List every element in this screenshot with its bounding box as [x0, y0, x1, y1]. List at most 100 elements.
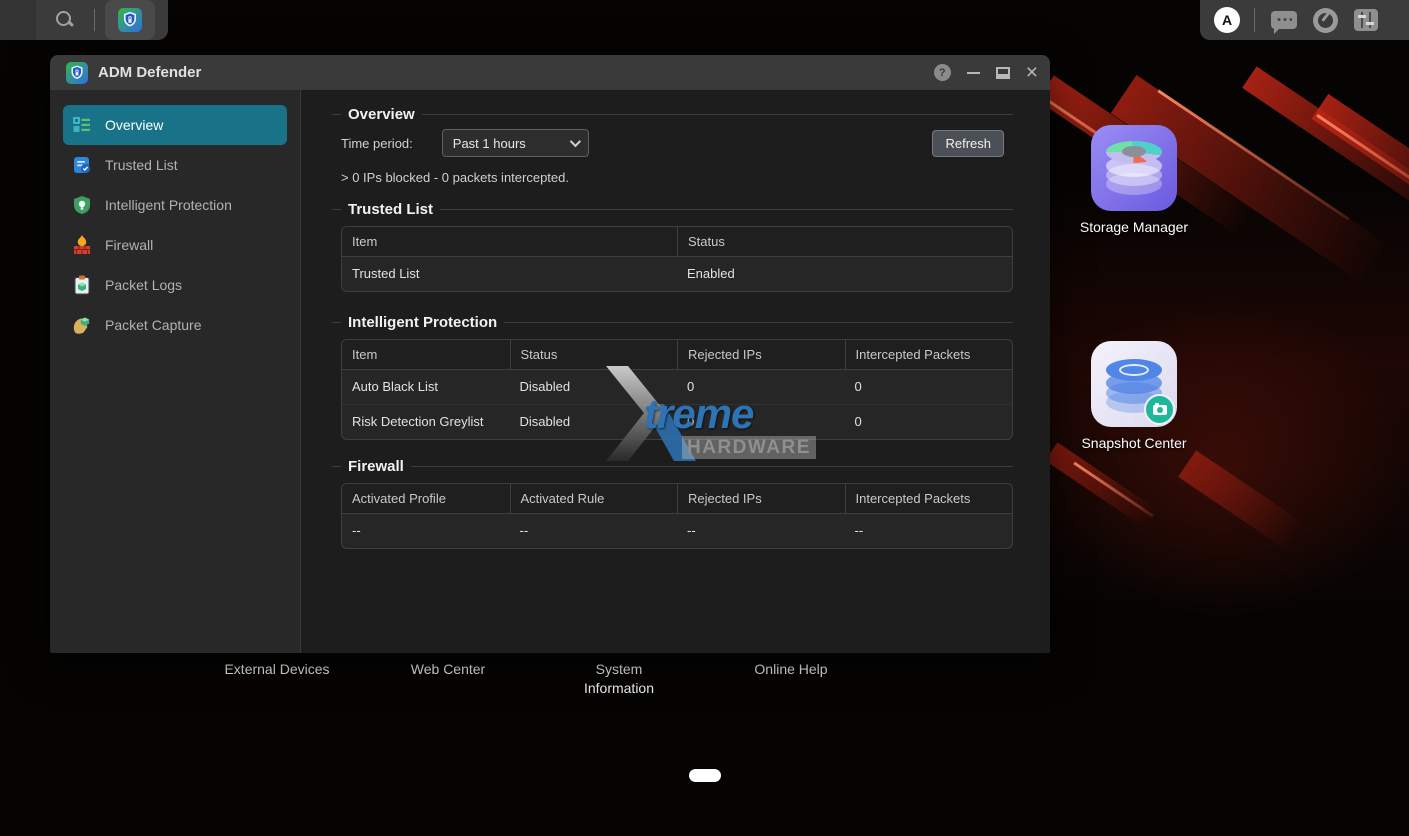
desktop-icon-label: Storage Manager: [1074, 219, 1194, 235]
firewall-section-legend: Firewall: [332, 458, 1013, 475]
sidebar: Overview Trusted List: [50, 90, 301, 653]
camera-badge-icon: [1144, 394, 1175, 425]
close-button[interactable]: ×: [1026, 66, 1038, 80]
gauge-icon: [1313, 8, 1338, 33]
table-cell: --: [845, 514, 1013, 548]
taskbar-separator: [1254, 8, 1255, 32]
table-header-row: Activated ProfileActivated RuleRejected …: [342, 484, 1012, 514]
chat-bubble-icon: [1271, 11, 1297, 29]
taskbar-separator: [94, 9, 95, 31]
table-row: Auto Black ListDisabled00: [342, 370, 1012, 404]
window-title: ADM Defender: [98, 64, 201, 81]
column-header: Rejected IPs: [677, 484, 845, 513]
sidebar-item-label: Packet Logs: [105, 277, 182, 293]
column-header: Item: [342, 340, 510, 369]
column-header: Activated Rule: [510, 484, 678, 513]
sidebar-item-label: Intelligent Protection: [105, 197, 232, 213]
column-header: Rejected IPs: [677, 340, 845, 369]
taskbar-handle[interactable]: [689, 769, 721, 782]
help-button[interactable]: ?: [934, 64, 951, 81]
desktop: A Storage Manager Snapshot Center Extern…: [0, 0, 1409, 836]
intelligent-protection-table: ItemStatusRejected IPsIntercepted Packet…: [341, 339, 1013, 440]
chevron-down-icon: [570, 136, 581, 147]
table-row: --------: [342, 514, 1012, 548]
notifications-button[interactable]: [1271, 11, 1297, 29]
system-monitor-button[interactable]: [1313, 8, 1338, 33]
table-cell: 0: [845, 405, 1013, 439]
storage-manager-icon: [1091, 125, 1177, 211]
table-cell: 0: [677, 370, 845, 404]
column-header: Status: [677, 227, 1012, 256]
table-header-row: ItemStatus: [342, 227, 1012, 257]
time-period-select[interactable]: Past 1 hours: [442, 129, 589, 157]
sidebar-item-overview[interactable]: Overview: [63, 105, 287, 145]
minimize-button[interactable]: [967, 72, 980, 74]
overview-list-icon: [71, 114, 93, 136]
sidebar-item-intelligent-protection[interactable]: Intelligent Protection: [63, 185, 287, 225]
table-cell: --: [342, 514, 510, 548]
table-cell: Trusted List: [342, 257, 677, 291]
table-cell: Risk Detection Greylist: [342, 405, 510, 439]
desktop-shortcut-online-help[interactable]: Online Help: [726, 660, 856, 679]
snapshot-center-icon: [1091, 341, 1177, 427]
firewall-flame-brick-icon: [71, 234, 93, 256]
table-cell: 0: [677, 405, 845, 439]
sidebar-item-trusted-list[interactable]: Trusted List: [63, 145, 287, 185]
sidebar-item-label: Trusted List: [105, 157, 178, 173]
table-header-row: ItemStatusRejected IPsIntercepted Packet…: [342, 340, 1012, 370]
trusted-list-section-legend: Trusted List: [332, 201, 1013, 218]
shield-bulb-icon: [71, 194, 93, 216]
table-cell: Disabled: [510, 370, 678, 404]
trusted-list-clipboard-icon: [71, 154, 93, 176]
taskbar-right: A: [1200, 0, 1409, 40]
sidebar-item-firewall[interactable]: Firewall: [63, 225, 287, 265]
desktop-shortcut-external-devices[interactable]: External Devices: [212, 660, 342, 679]
table-row: Risk Detection GreylistDisabled00: [342, 404, 1012, 439]
adm-defender-window: ADM Defender ? × Over: [50, 55, 1050, 653]
desktop-icon-snapshot-center[interactable]: Snapshot Center: [1074, 341, 1194, 451]
desktop-icon-storage-manager[interactable]: Storage Manager: [1074, 125, 1194, 235]
search-icon: [56, 11, 74, 29]
main-content: Overview Time period: Past 1 hours Refre…: [301, 90, 1050, 653]
intelligent-protection-section-legend: Intelligent Protection: [332, 314, 1013, 331]
column-header: Activated Profile: [342, 484, 510, 513]
table-cell: 0: [845, 370, 1013, 404]
refresh-button[interactable]: Refresh: [932, 130, 1004, 157]
column-header: Intercepted Packets: [845, 484, 1013, 513]
sliders-icon: [1354, 9, 1378, 31]
adm-defender-icon: [118, 8, 142, 32]
time-period-value: Past 1 hours: [453, 136, 526, 151]
overview-section-legend: Overview: [332, 106, 1013, 123]
column-header: Intercepted Packets: [845, 340, 1013, 369]
column-header: Item: [342, 227, 677, 256]
sidebar-item-packet-logs[interactable]: Packet Logs: [63, 265, 287, 305]
blocked-summary-text: > 0 IPs blocked - 0 packets intercepted.: [341, 170, 1050, 185]
sidebar-item-packet-capture[interactable]: Packet Capture: [63, 305, 287, 345]
preferences-button[interactable]: [1354, 9, 1378, 31]
window-titlebar[interactable]: ADM Defender ? ×: [50, 55, 1050, 90]
adm-defender-icon: [66, 62, 88, 84]
restore-button[interactable]: [996, 67, 1010, 79]
table-row: Trusted ListEnabled: [342, 257, 1012, 291]
desktop-shortcut-system-information[interactable]: System Information: [559, 660, 679, 698]
taskbar-edge: [0, 0, 36, 40]
firewall-table: Activated ProfileActivated RuleRejected …: [341, 483, 1013, 549]
packet-capture-hand-icon: [71, 314, 93, 336]
desktop-icon-label: Snapshot Center: [1074, 435, 1194, 451]
packet-logs-clipboard-icon: [71, 274, 93, 296]
user-avatar[interactable]: A: [1214, 7, 1240, 33]
desktop-shortcut-web-center[interactable]: Web Center: [383, 660, 513, 679]
sidebar-item-label: Packet Capture: [105, 317, 202, 333]
taskbar-active-app-adm-defender[interactable]: [105, 0, 155, 40]
table-cell: --: [510, 514, 678, 548]
table-cell: Auto Black List: [342, 370, 510, 404]
table-cell: --: [677, 514, 845, 548]
column-header: Status: [510, 340, 678, 369]
table-cell: Enabled: [677, 257, 1012, 291]
table-cell: Disabled: [510, 405, 678, 439]
sidebar-item-label: Firewall: [105, 237, 153, 253]
search-button[interactable]: [36, 0, 94, 40]
sidebar-item-label: Overview: [105, 117, 163, 133]
time-period-label: Time period:: [341, 136, 413, 151]
taskbar-left: [0, 0, 168, 40]
